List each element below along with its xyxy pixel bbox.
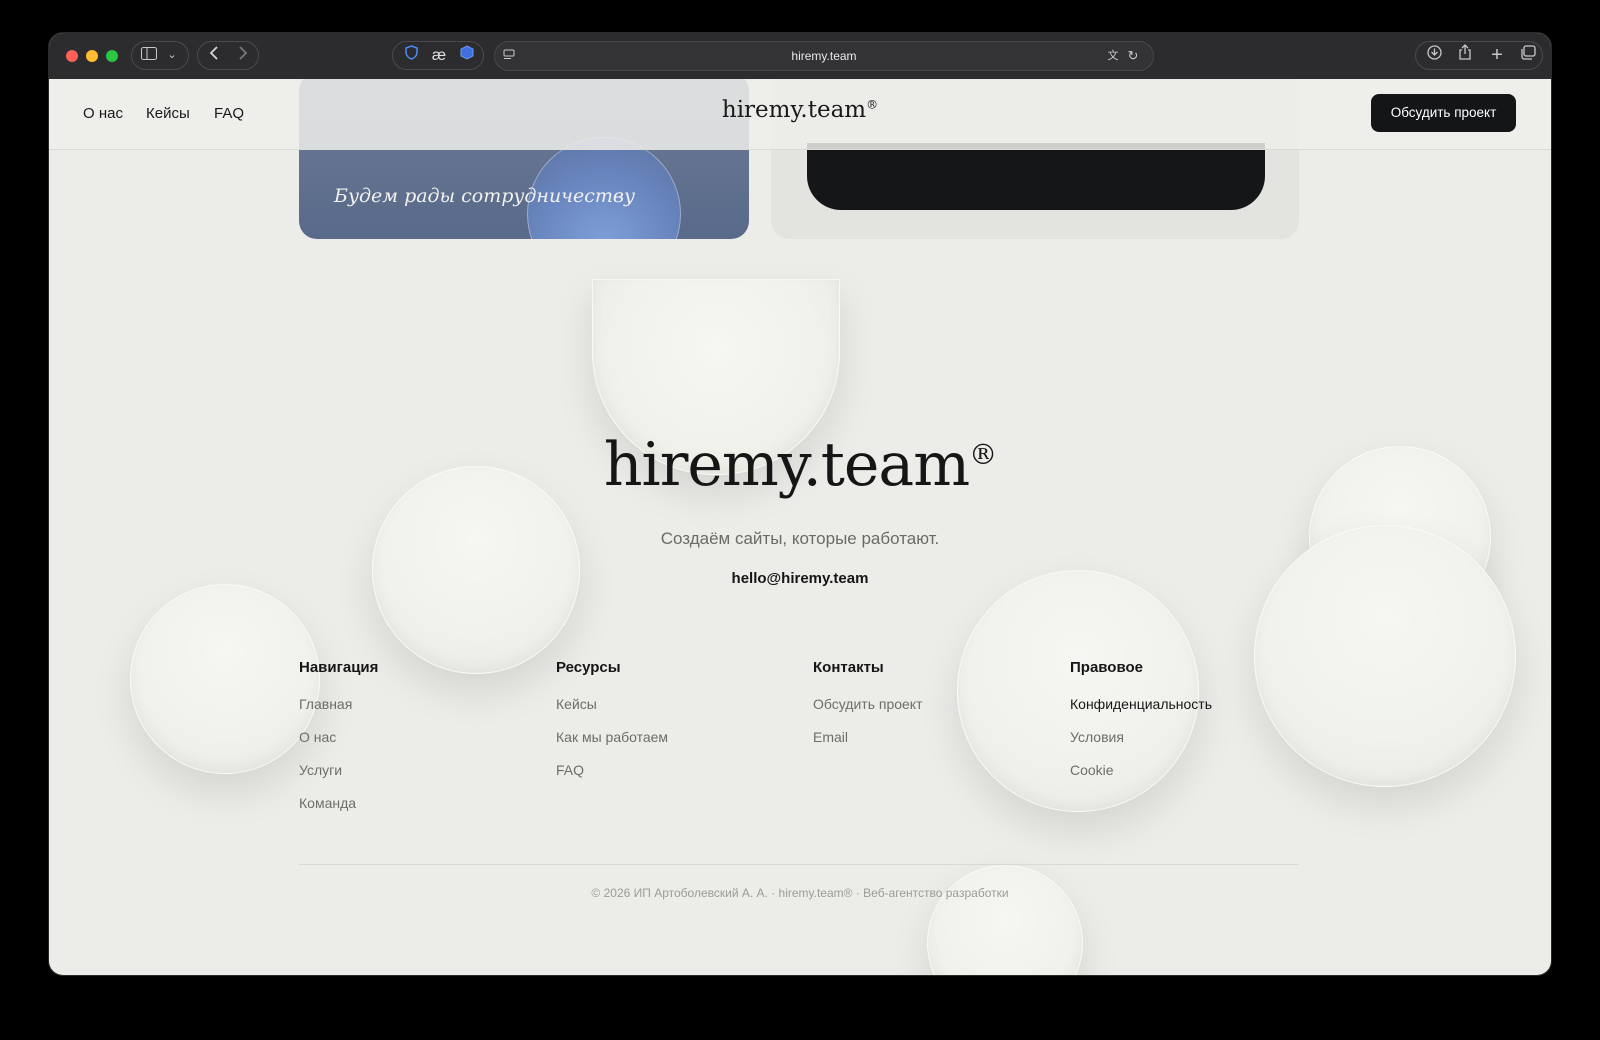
cooperation-text: Будем рады сотрудничеству — [334, 185, 635, 207]
url-text: hiremy.team — [791, 49, 857, 63]
link-discuss-project[interactable]: Обсудить проект — [813, 696, 1063, 729]
header-logo-text: hiremy.team — [721, 97, 867, 123]
link-about[interactable]: О нас — [299, 729, 549, 762]
orb-bottom — [927, 865, 1083, 975]
col-title: Правовое — [1070, 659, 1144, 676]
link-services[interactable]: Услуги — [299, 762, 549, 795]
footer-brand: hiremy.team® — [49, 430, 1551, 500]
footer-divider — [299, 864, 1299, 865]
link-how-we-work[interactable]: Как мы работаем — [556, 729, 806, 762]
footer-brand-mark: ® — [969, 438, 997, 471]
minimize-window-button[interactable] — [86, 50, 98, 62]
reload-icon[interactable]: ↻ — [1123, 42, 1143, 70]
header-logo[interactable]: hiremy.team® — [49, 97, 1551, 123]
link-privacy[interactable]: Конфиденциальность — [1070, 696, 1320, 729]
plus-icon[interactable]: + — [1485, 41, 1509, 70]
sidebar-icon[interactable] — [137, 41, 161, 70]
tabs-overview-icon[interactable] — [1516, 41, 1540, 70]
close-window-button[interactable] — [66, 50, 78, 62]
chevron-down-icon[interactable]: ⌄ — [162, 41, 182, 70]
download-icon[interactable] — [1422, 41, 1446, 70]
footer-tagline: Создаём сайты, которые работают. — [660, 529, 940, 548]
link-home[interactable]: Главная — [299, 696, 549, 729]
link-terms[interactable]: Условия — [1070, 729, 1320, 762]
browser-window: ⌄ æ hiremy.team 文 ↻ + Будем рады сотрудн… — [49, 33, 1551, 975]
col-title: Ресурсы — [556, 659, 621, 676]
header-logo-mark: ® — [866, 97, 879, 112]
link-cases[interactable]: Кейсы — [556, 696, 806, 729]
ae-extension-icon[interactable]: æ — [427, 41, 451, 70]
footer-col-navigation: Навигация Главная О нас Услуги Команда — [299, 659, 549, 828]
col-title: Контакты — [813, 659, 884, 676]
translate-icon[interactable]: 文 — [1103, 42, 1123, 70]
link-email[interactable]: Email — [813, 729, 1063, 762]
footer-col-resources: Ресурсы Кейсы Как мы работаем FAQ — [556, 659, 806, 795]
copyright-text: © 2026 ИП Артоболевский А. А. · hiremy.t… — [591, 886, 1009, 900]
col-title: Навигация — [299, 659, 379, 676]
back-icon[interactable] — [202, 41, 226, 70]
cube-extension-icon[interactable] — [455, 41, 479, 70]
link-cookie[interactable]: Cookie — [1070, 762, 1320, 795]
link-faq[interactable]: FAQ — [556, 762, 806, 795]
address-bar[interactable]: hiremy.team 文 ↻ — [494, 41, 1154, 71]
discuss-project-button[interactable]: Обсудить проект — [1371, 94, 1516, 132]
footer-email-link[interactable]: hello@hiremy.team — [49, 570, 1551, 587]
zoom-window-button[interactable] — [106, 50, 118, 62]
card-dark-button[interactable] — [807, 143, 1265, 210]
site-header: О нас Кейсы FAQ hiremy.team® Обсудить пр… — [49, 79, 1551, 150]
link-team[interactable]: Команда — [299, 795, 549, 828]
footer-col-contacts: Контакты Обсудить проект Email — [813, 659, 1063, 762]
share-icon[interactable] — [1453, 41, 1477, 70]
footer-brand-text: hiremy.team — [603, 430, 970, 500]
footer-col-legal: Правовое Конфиденциальность Условия Cook… — [1070, 659, 1320, 795]
shield-extension-icon[interactable] — [399, 41, 423, 70]
forward-icon[interactable] — [231, 41, 255, 70]
orb-left-low — [130, 584, 320, 774]
browser-toolbar: ⌄ æ hiremy.team 文 ↻ + — [49, 33, 1551, 79]
